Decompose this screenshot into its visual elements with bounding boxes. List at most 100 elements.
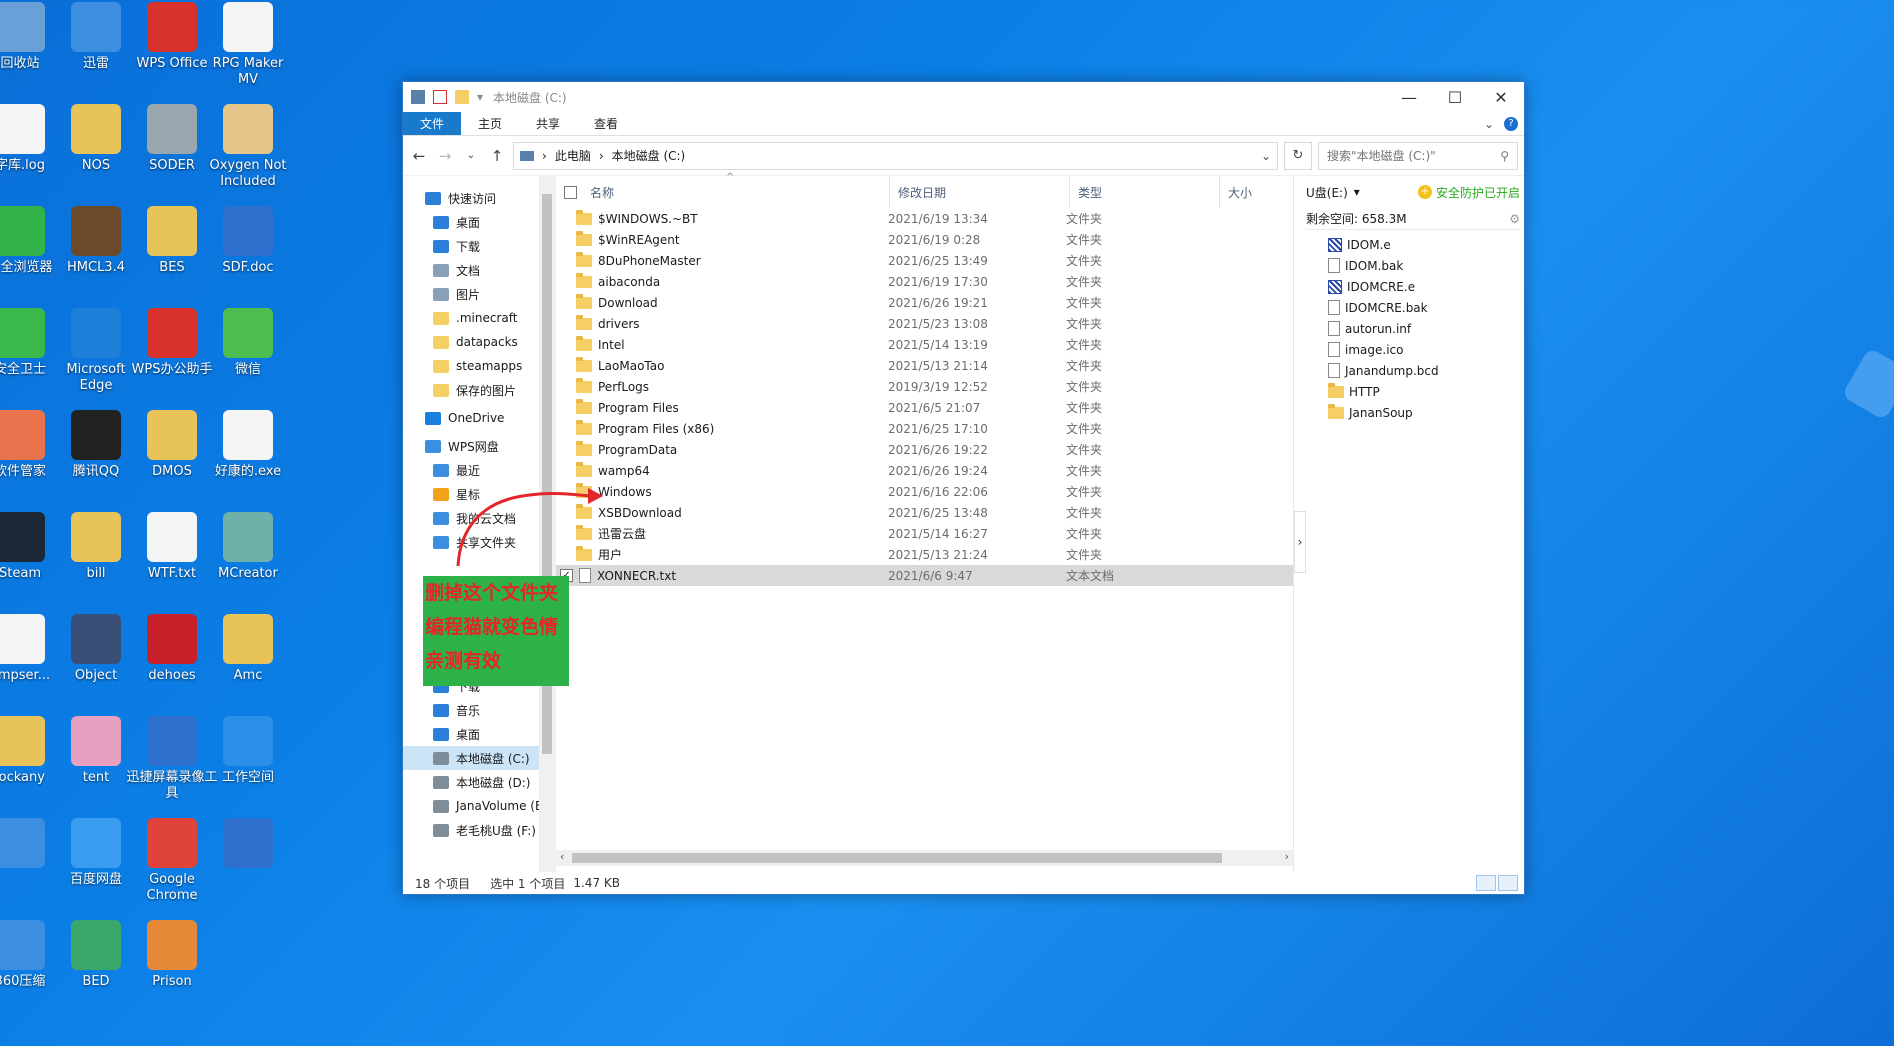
floating-widget[interactable] [1841,347,1894,421]
nav-item[interactable]: 保存的图片 [403,378,555,402]
app-icon [147,308,197,358]
file-row[interactable]: Intel 2021/5/14 13:19 文件夹 [556,334,1293,355]
nav-item[interactable]: 音乐 [403,698,555,722]
large-icons-view-button[interactable] [1498,875,1518,891]
new-folder-icon[interactable] [455,90,469,104]
file-row[interactable]: ✓XONNECR.txt2021/6/6 9:47文本文档 [556,565,1293,586]
help-icon[interactable]: ? [1504,116,1518,131]
desktop-icon[interactable]: 好康的.exe [202,410,294,480]
file-row[interactable]: 8DuPhoneMaster 2021/6/25 13:49 文件夹 [556,250,1293,271]
file-row[interactable]: Program Files 2021/6/5 21:07 文件夹 [556,397,1293,418]
horizontal-scrollbar[interactable]: ‹ › [556,850,1293,866]
nav-item[interactable]: 快速访问 [403,186,555,210]
address-bar[interactable]: › 此电脑 › 本地磁盘 (C:) ⌄ [513,141,1278,170]
maximize-button[interactable]: ☐ [1432,82,1478,112]
computer-icon[interactable] [411,90,425,104]
expand-ribbon-icon[interactable]: ⌄ [1484,117,1494,131]
desktop-icon[interactable]: SDF.doc [202,206,294,276]
column-size[interactable]: 大小 [1220,176,1280,208]
usb-file-item[interactable]: Janandump.bcd [1328,360,1524,381]
file-row[interactable]: Program Files (x86) 2021/6/25 17:10 文件夹 [556,418,1293,439]
close-button[interactable]: ✕ [1478,82,1524,112]
desktop-icon[interactable]: 工作空间 [202,716,294,786]
column-type[interactable]: 类型 [1070,176,1220,208]
refresh-button[interactable]: ↻ [1284,141,1312,170]
file-row[interactable]: XSBDownload 2021/6/25 13:48 文件夹 [556,502,1293,523]
column-name[interactable]: 名称 [582,176,890,208]
usb-file-item[interactable]: JananSoup [1328,402,1524,423]
nav-item[interactable]: 下载⊥ [403,234,555,258]
scroll-left-icon[interactable]: ‹ [560,850,564,863]
usb-file-item[interactable]: image.ico [1328,339,1524,360]
nav-item[interactable]: 最近 [403,458,555,482]
nav-item[interactable]: 桌面 [403,722,555,746]
desktop-icon[interactable]: Amc [202,614,294,684]
file-row[interactable]: drivers 2021/5/23 13:08 文件夹 [556,313,1293,334]
nav-item[interactable]: 图片⊥ [403,282,555,306]
file-row[interactable]: wamp64 2021/6/26 19:24 文件夹 [556,460,1293,481]
select-all-checkbox[interactable] [564,185,577,199]
desktop-icon[interactable]: RPG Maker MV [202,2,294,88]
chevron-down-icon[interactable]: ▾ [1354,185,1360,199]
nav-item[interactable]: 文档⊥ [403,258,555,282]
usb-drive-selector[interactable]: U盘(E:) [1306,184,1348,201]
tab-share[interactable]: 共享 [519,112,577,135]
nav-item[interactable]: 本地磁盘 (D:) [403,770,555,794]
details-view-button[interactable] [1476,875,1496,891]
properties-icon[interactable] [433,90,447,104]
file-row[interactable]: ProgramData 2021/6/26 19:22 文件夹 [556,439,1293,460]
expand-panel-button[interactable]: › [1294,511,1306,573]
usb-file-item[interactable]: IDOM.e [1328,234,1524,255]
search-input[interactable] [1327,148,1501,163]
usb-file-item[interactable]: IDOMCRE.e [1328,276,1524,297]
desktop-icon[interactable]: 微信 [202,308,294,378]
nav-item[interactable]: .minecraft [403,306,555,330]
desktop-icon[interactable] [202,818,294,872]
desktop-icon[interactable]: Oxygen Not Included [202,104,294,190]
chevron-down-icon[interactable]: ⌄ [1261,149,1271,163]
desktop-icon[interactable]: Prison [126,920,218,990]
recent-locations-icon[interactable]: ⌄ [461,150,481,161]
desktop-icon[interactable]: MCreator [202,512,294,582]
breadcrumb-this-pc[interactable]: 此电脑 [555,147,591,164]
file-row[interactable]: PerfLogs 2019/3/19 12:52 文件夹 [556,376,1293,397]
nav-item[interactable]: 老毛桃U盘 (F:) [403,818,555,842]
search-box[interactable]: ⚲ [1318,141,1518,170]
tab-file[interactable]: 文件 [403,112,462,135]
file-row[interactable]: $WinREAgent 2021/6/19 0:28 文件夹 [556,229,1293,250]
minimize-button[interactable]: — [1386,82,1432,112]
app-icon [223,2,273,52]
scroll-right-icon[interactable]: › [1285,850,1289,863]
gear-icon[interactable]: ⚙ [1509,212,1520,226]
nav-item[interactable]: OneDrive [403,406,555,430]
usb-file-item[interactable]: HTTP [1328,381,1524,402]
nav-item[interactable]: 本地磁盘 (C:) [403,746,555,770]
back-button[interactable]: ← [409,147,429,165]
column-date[interactable]: 修改日期 [890,176,1070,208]
forward-button[interactable]: → [435,147,455,165]
file-row[interactable]: $WINDOWS.~BT 2021/6/19 13:34 文件夹 [556,208,1293,229]
file-row[interactable]: Windows 2021/6/16 22:06 文件夹 [556,481,1293,502]
usb-file-item[interactable]: autorun.inf [1328,318,1524,339]
selected-size: 1.47 KB [573,876,620,890]
nav-item[interactable]: JanaVolume (E [403,794,555,818]
file-row[interactable]: 用户 2021/5/13 21:24 文件夹 [556,544,1293,565]
usb-file-item[interactable]: IDOM.bak [1328,255,1524,276]
scrollbar-thumb[interactable] [572,853,1222,863]
tab-home[interactable]: 主页 [461,112,519,135]
file-row[interactable]: 迅雷云盘 2021/5/14 16:27 文件夹 [556,523,1293,544]
file-row[interactable]: LaoMaoTao 2021/5/13 21:14 文件夹 [556,355,1293,376]
nav-item[interactable]: steamapps [403,354,555,378]
protection-status[interactable]: + 安全防护已开启 [1417,184,1524,201]
file-row[interactable]: aibaconda 2021/6/19 17:30 文件夹 [556,271,1293,292]
nav-item[interactable]: datapacks [403,330,555,354]
tab-view[interactable]: 查看 [577,112,635,135]
breadcrumb-drive-c[interactable]: 本地磁盘 (C:) [612,147,686,164]
up-button[interactable]: ↑ [487,147,507,165]
usb-file-item[interactable]: IDOMCRE.bak [1328,297,1524,318]
nav-item[interactable]: WPS网盘 [403,434,555,458]
nav-item[interactable]: 桌面⊥ [403,210,555,234]
search-icon[interactable]: ⚲ [1500,149,1509,163]
file-row[interactable]: Download 2021/6/26 19:21 文件夹 [556,292,1293,313]
chevron-down-icon[interactable]: ▾ [477,90,485,104]
